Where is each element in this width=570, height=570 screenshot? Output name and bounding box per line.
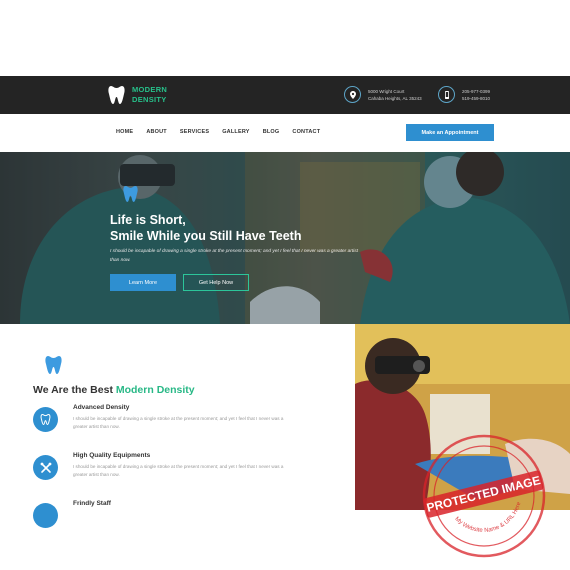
hero-description: I should be incapable of drawing a singl… — [110, 249, 358, 263]
nav-about[interactable]: ABOUT — [146, 129, 167, 135]
feature-title: Advanced Density — [73, 404, 130, 411]
feature-title: Frindly Staff — [73, 500, 111, 507]
tooth-icon — [123, 186, 138, 202]
get-help-now-button[interactable]: Get Help Now — [183, 274, 249, 291]
phone-line1[interactable]: 205-977-0399 — [462, 88, 490, 95]
nav-gallery[interactable]: GALLERY — [222, 129, 249, 135]
about-heading-prefix: We Are the Best — [33, 384, 116, 396]
dental-tools-icon — [33, 455, 58, 480]
nav-home[interactable]: HOME — [116, 129, 133, 135]
address-line2: Cahaba Heights, AL 35243 — [368, 95, 422, 101]
main-navbar: HOME ABOUT SERVICES GALLERY BLOG CONTACT… — [0, 114, 570, 152]
brand-name-line1: MODERN — [132, 85, 168, 94]
about-heading: We Are the Best Modern Density — [33, 384, 195, 396]
phone-icon — [438, 86, 455, 103]
about-heading-accent: Modern Density — [115, 384, 195, 396]
hero-title-line1: Life is Short, — [110, 213, 186, 227]
hero-section: Life is Short, Smile While you Still Hav… — [0, 152, 570, 324]
phone-info: 205-977-0399 519-459-8010 — [438, 86, 490, 103]
nav-blog[interactable]: BLOG — [263, 129, 280, 135]
tooth-icon — [45, 356, 62, 374]
feature-text: I should be incapable of drawing a singl… — [73, 464, 284, 477]
nav-services[interactable]: SERVICES — [180, 129, 209, 135]
hero-title-line2: Smile While you Still Have Teeth — [110, 229, 302, 243]
feature-title: High Quality Equipments — [73, 452, 151, 459]
make-appointment-button[interactable]: Make an Appointment — [406, 124, 494, 141]
hero-title: Life is Short, Smile While you Still Hav… — [110, 212, 301, 244]
staff-icon — [33, 503, 58, 528]
tooth-icon — [33, 407, 58, 432]
brand-logo[interactable]: MODERN DENSITY — [108, 85, 167, 105]
protected-image-stamp: PROTECTED IMAGE My Website Name & URL He… — [422, 434, 546, 558]
about-section: We Are the Best Modern Density Advanced … — [0, 324, 355, 528]
map-pin-icon — [344, 86, 361, 103]
main-nav: HOME ABOUT SERVICES GALLERY BLOG CONTACT — [116, 129, 320, 135]
top-bar: MODERN DENSITY 5000 Wright Court Cahaba … — [0, 76, 570, 114]
learn-more-button[interactable]: Learn More — [110, 274, 176, 291]
address-info: 5000 Wright Court Cahaba Heights, AL 352… — [344, 86, 422, 103]
address-line1: 5000 Wright Court — [368, 88, 405, 94]
feature-text: I should be incapable of drawing a singl… — [73, 416, 284, 429]
tooth-logo-icon — [108, 86, 125, 104]
phone-line2[interactable]: 519-459-8010 — [462, 95, 490, 102]
brand-name-line2: DENSITY — [132, 95, 167, 104]
nav-contact[interactable]: CONTACT — [292, 129, 320, 135]
